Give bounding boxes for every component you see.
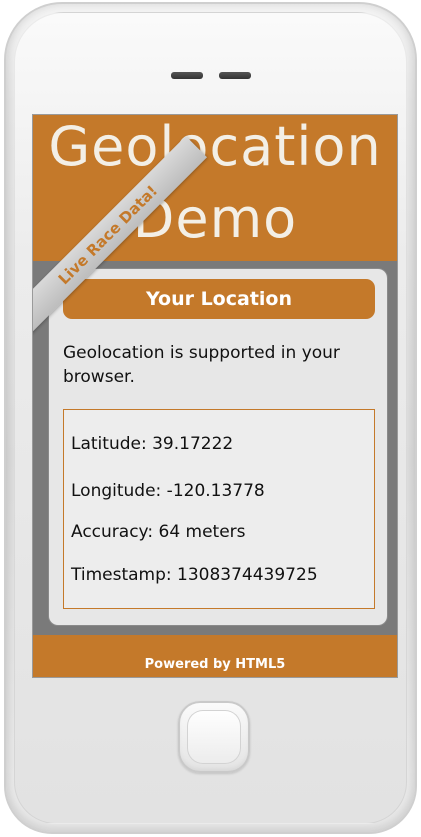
home-button[interactable]: [178, 701, 250, 773]
panel-heading: Your Location: [63, 279, 375, 319]
phone-screen: Geolocation Demo Live Race Data! Your Lo…: [32, 114, 398, 678]
speaker-grille-left: [171, 72, 203, 79]
app-footer: Powered by HTML5: [33, 635, 397, 677]
location-panel: Your Location Geolocation is supported i…: [49, 269, 387, 625]
accuracy-value: Accuracy: 64 meters: [71, 522, 246, 542]
support-message: Geolocation is supported in your browser…: [63, 343, 340, 387]
page-title-line-1: Geolocation: [48, 115, 382, 178]
home-button-inner: [187, 710, 241, 764]
latitude-value: Latitude: 39.17222: [71, 434, 234, 454]
timestamp-value: Timestamp: 1308374439725: [71, 565, 318, 585]
longitude-value: Longitude: -120.13778: [71, 481, 265, 501]
phone-frame: Geolocation Demo Live Race Data! Your Lo…: [4, 2, 417, 834]
location-info-box: Latitude: 39.17222 Longitude: -120.13778…: [63, 409, 375, 609]
speaker-grille-right: [219, 72, 251, 79]
